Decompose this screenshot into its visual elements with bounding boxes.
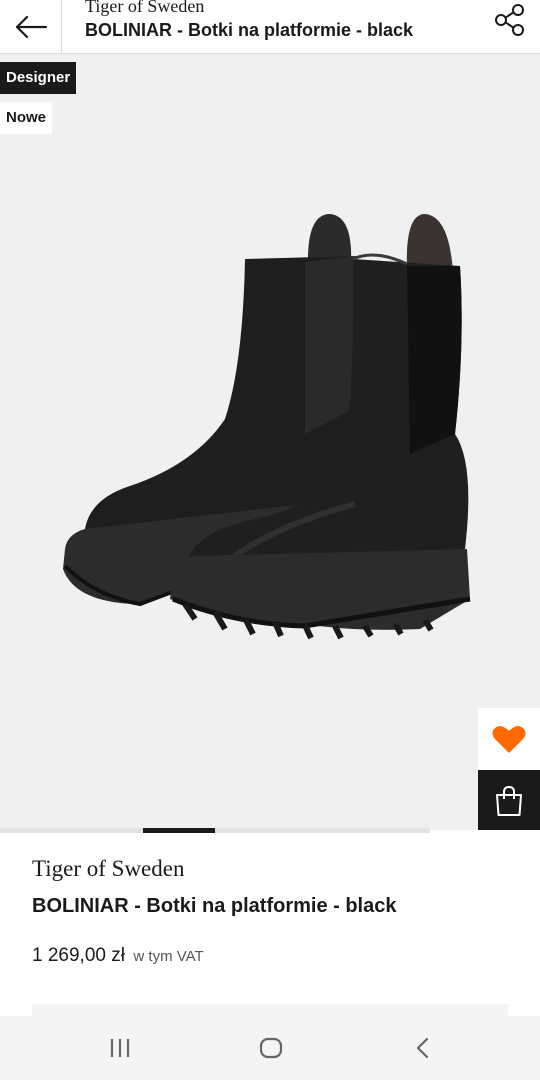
carousel-active-segment bbox=[143, 828, 215, 833]
vat-note: w tym VAT bbox=[133, 948, 204, 965]
home-icon bbox=[259, 1037, 283, 1059]
recent-apps-button[interactable] bbox=[90, 1028, 150, 1068]
add-to-bag-button[interactable] bbox=[478, 770, 540, 830]
android-navigation-bar bbox=[0, 1016, 540, 1080]
back-button[interactable] bbox=[0, 0, 62, 54]
product-image bbox=[63, 214, 471, 640]
chevron-left-icon bbox=[416, 1037, 429, 1059]
home-button[interactable] bbox=[241, 1028, 301, 1068]
header-title: BOLINIAR - Botki na platformie - black bbox=[85, 20, 414, 40]
new-badge: Nowe bbox=[0, 102, 53, 134]
designer-badge: Designer bbox=[0, 62, 77, 94]
arrow-left-icon bbox=[15, 15, 47, 39]
favorite-button[interactable] bbox=[478, 708, 540, 770]
share-icon bbox=[495, 4, 524, 36]
heart-icon bbox=[492, 726, 526, 753]
system-back-button[interactable] bbox=[393, 1028, 453, 1068]
top-bar: Tiger of Sweden BOLINIAR - Botki na plat… bbox=[0, 0, 540, 54]
carousel-indicator bbox=[0, 828, 430, 833]
product-image-gallery[interactable]: Designer Nowe bbox=[0, 54, 540, 830]
header-brand: Tiger of Sweden bbox=[85, 0, 205, 16]
shopping-bag-icon bbox=[496, 785, 522, 816]
product-price: 1 269,00 zł bbox=[32, 945, 125, 966]
share-button[interactable] bbox=[490, 2, 530, 38]
recent-apps-icon bbox=[110, 1039, 130, 1057]
product-brand[interactable]: Tiger of Sweden bbox=[32, 856, 184, 882]
price-row: 1 269,00 zł w tym VAT bbox=[32, 945, 204, 967]
product-title: BOLINIAR - Botki na platformie - black bbox=[32, 895, 397, 917]
